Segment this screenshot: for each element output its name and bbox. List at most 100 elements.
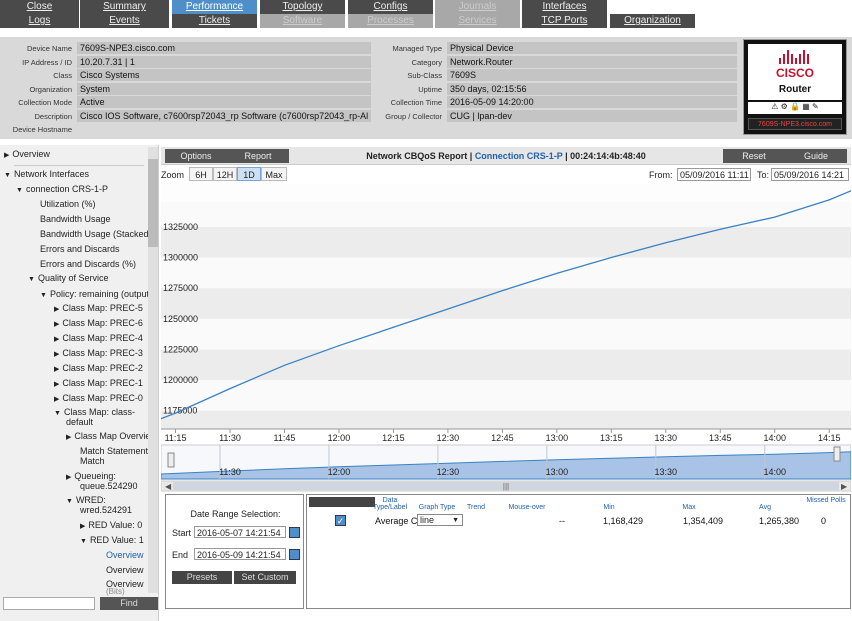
tree-item-overview[interactable]: Overview xyxy=(106,550,144,560)
scroll-right-arrow-icon[interactable]: ▶ xyxy=(841,482,848,491)
tab-tickets[interactable]: Tickets xyxy=(172,14,258,28)
tab-performance[interactable]: Performance xyxy=(172,0,258,14)
expand-triangle-icon[interactable]: ▶ xyxy=(66,434,71,441)
tab-events[interactable]: Events xyxy=(80,14,170,28)
tree-scroll-thumb[interactable] xyxy=(148,159,158,247)
expand-triangle-icon[interactable]: ▶ xyxy=(54,396,59,403)
set-custom-button[interactable]: Set Custom xyxy=(234,571,296,584)
end-date-input[interactable]: 2016-05-09 14:21:54 xyxy=(194,548,286,560)
zoom-6h-button[interactable]: 6H xyxy=(189,167,213,181)
tab-processes: Processes xyxy=(348,14,434,28)
tab-tcp-ports[interactable]: TCP Ports xyxy=(522,14,608,28)
scroll-grip-icon[interactable]: ||| xyxy=(503,482,509,491)
collapse-triangle-icon[interactable]: ▼ xyxy=(66,498,73,505)
expand-triangle-icon[interactable]: ▶ xyxy=(54,321,59,328)
navigator-right-handle[interactable] xyxy=(833,446,841,462)
start-date-input[interactable]: 2016-05-07 14:21:54 xyxy=(194,526,286,538)
expand-triangle-icon[interactable]: ▶ xyxy=(80,523,85,530)
collapse-triangle-icon[interactable]: ▼ xyxy=(80,538,87,545)
tree-item-class-map-prec-1[interactable]: ▶ Class Map: PREC-1 xyxy=(54,378,143,388)
y-tick-label: 1225000 xyxy=(163,344,198,354)
tab-configs[interactable]: Configs xyxy=(348,0,434,14)
tree-item-errors-and-discards[interactable]: Errors and Discards xyxy=(40,244,120,254)
x-tick-label: 14:00 xyxy=(763,433,786,443)
tree-item-network-interfaces[interactable]: ▼ Network Interfaces xyxy=(4,169,89,179)
data-point xyxy=(283,364,286,366)
tree-item-overview[interactable]: ▶ Overview xyxy=(4,149,50,159)
tree-item-red-value-1[interactable]: ▼ RED Value: 1 xyxy=(80,535,144,545)
expand-triangle-icon[interactable]: ▶ xyxy=(54,306,59,313)
tree-item-class-map-prec-0[interactable]: ▶ Class Map: PREC-0 xyxy=(54,393,143,403)
tree-item-queue-524290[interactable]: queue.524290 xyxy=(80,481,138,491)
tree-item-class-map-prec-5[interactable]: ▶ Class Map: PREC-5 xyxy=(54,303,143,313)
calendar-icon[interactable] xyxy=(289,549,300,560)
tree-item-wred-524291[interactable]: wred.524291 xyxy=(80,505,132,515)
expand-triangle-icon[interactable]: ▶ xyxy=(4,152,9,159)
series-checkbox[interactable]: ✓ xyxy=(335,515,346,526)
zoom-max-button[interactable]: Max xyxy=(261,167,287,181)
tree-item-utilization[interactable]: Utilization (%) xyxy=(40,199,96,209)
legend-header-avg: Avg xyxy=(759,504,771,511)
x-tick-label: 14:15 xyxy=(818,433,841,443)
tab-summary[interactable]: Summary xyxy=(80,0,170,14)
tab-topology[interactable]: Topology xyxy=(260,0,346,14)
data-point xyxy=(392,326,395,328)
expand-triangle-icon[interactable]: ▶ xyxy=(54,366,59,373)
find-button[interactable]: Find xyxy=(100,597,158,610)
guide-button[interactable]: Guide xyxy=(785,149,847,163)
options-button[interactable]: Options xyxy=(165,149,227,163)
expand-triangle-icon[interactable]: ▶ xyxy=(66,474,71,481)
tree-item-policy-remaining-output[interactable]: ▼ Policy: remaining (output) xyxy=(40,289,152,299)
tree-item-match[interactable]: Match xyxy=(80,456,105,466)
device-tool-icons[interactable]: ⚠ ⚙ 🔒 ▦ ✎ xyxy=(748,102,842,114)
collapse-triangle-icon[interactable]: ▼ xyxy=(28,276,35,283)
zoom-bar: Zoom 6H 12H 1D Max From: 05/09/2016 11:11 T… xyxy=(161,167,851,183)
tree-item-bandwidth-usage[interactable]: Bandwidth Usage xyxy=(40,214,111,224)
tree-item-class-map-overview[interactable]: ▶ Class Map Overview xyxy=(66,431,157,441)
tree-item-match-statement[interactable]: Match Statement xyxy=(80,446,148,456)
tab-logs[interactable]: Logs xyxy=(0,14,80,28)
tree-item-errors-and-discards[interactable]: Errors and Discards (%) xyxy=(40,259,136,269)
report-button[interactable]: Report xyxy=(227,149,289,163)
collapse-triangle-icon[interactable]: ▼ xyxy=(4,172,11,179)
x-tick-label: 12:30 xyxy=(437,433,460,443)
tree-item-default[interactable]: default xyxy=(66,417,93,427)
tree-item-queueing[interactable]: ▶ Queueing: xyxy=(66,471,116,481)
to-date-input[interactable]: 05/09/2016 14:21 xyxy=(771,168,849,181)
tree-item-overview[interactable]: Overview xyxy=(106,565,144,575)
tree-item-class-map-prec-4[interactable]: ▶ Class Map: PREC-4 xyxy=(54,333,143,343)
from-date-input[interactable]: 05/09/2016 11:11 xyxy=(677,168,751,181)
tab-close[interactable]: Close xyxy=(0,0,80,14)
zoom-12h-button[interactable]: 12H xyxy=(213,167,237,181)
collapse-triangle-icon[interactable]: ▼ xyxy=(54,410,61,417)
navigator-tick-label: 12:30 xyxy=(437,467,460,477)
expand-triangle-icon[interactable]: ▶ xyxy=(54,351,59,358)
zoom-1d-button[interactable]: 1D xyxy=(237,167,261,181)
tree-item-class-map-prec-2[interactable]: ▶ Class Map: PREC-2 xyxy=(54,363,143,373)
tree-item-class-map-class[interactable]: ▼ Class Map: class- xyxy=(54,407,135,417)
navigator-left-handle[interactable] xyxy=(167,452,175,468)
tree-item-connection-crs-1-p[interactable]: ▼ connection CRS-1-P xyxy=(16,184,108,194)
expand-triangle-icon[interactable]: ▶ xyxy=(54,381,59,388)
tree-item-bandwidth-usage-stacked[interactable]: Bandwidth Usage (Stacked) xyxy=(40,229,152,239)
reset-button[interactable]: Reset xyxy=(723,149,785,163)
collapse-triangle-icon[interactable]: ▼ xyxy=(40,292,47,299)
find-input[interactable] xyxy=(3,597,95,610)
tree-item-class-map-prec-3[interactable]: ▶ Class Map: PREC-3 xyxy=(54,348,143,358)
scroll-left-arrow-icon[interactable]: ◀ xyxy=(165,482,172,491)
expand-triangle-icon[interactable]: ▶ xyxy=(54,336,59,343)
tab-organization[interactable]: Organization xyxy=(610,14,696,28)
cbqos-line-chart[interactable]: 1175000120000012250001250000127500013000… xyxy=(161,184,851,492)
tree-item-red-value-0[interactable]: ▶ RED Value: 0 xyxy=(80,520,142,530)
tree-item-class-map-prec-6[interactable]: ▶ Class Map: PREC-6 xyxy=(54,318,143,328)
presets-button[interactable]: Presets xyxy=(172,571,232,584)
tree-item-wred[interactable]: ▼ WRED: xyxy=(66,495,106,505)
tree-scrollbar[interactable] xyxy=(148,147,158,593)
tree-item-bits[interactable]: (Bits) xyxy=(106,587,125,596)
collapse-triangle-icon[interactable]: ▼ xyxy=(16,187,23,194)
legend-collapse-button[interactable] xyxy=(309,497,375,507)
tree-item-quality-of-service[interactable]: ▼ Quality of Service xyxy=(28,273,108,283)
graph-type-select[interactable]: line ▼ xyxy=(417,514,463,526)
tab-interfaces[interactable]: Interfaces xyxy=(522,0,608,14)
calendar-icon[interactable] xyxy=(289,527,300,538)
